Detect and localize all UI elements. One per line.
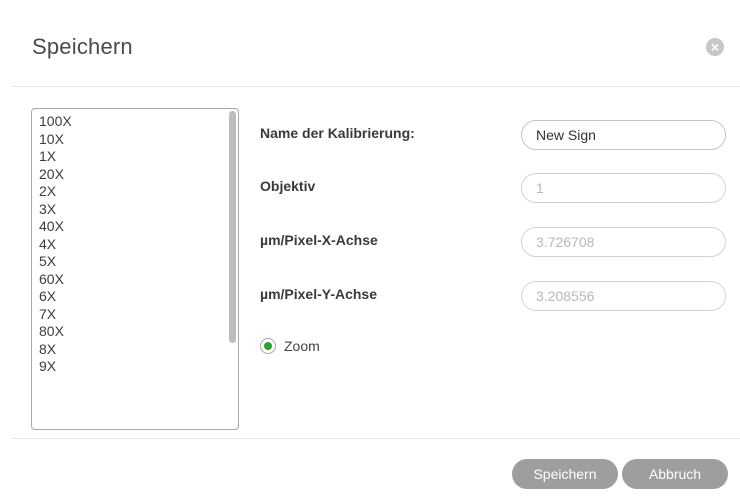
list-item[interactable]: 40X — [39, 218, 238, 236]
list-item[interactable]: 2X — [39, 183, 238, 201]
footer-divider — [12, 438, 740, 439]
list-item[interactable]: 5X — [39, 253, 238, 271]
list-item[interactable]: 60X — [39, 271, 238, 289]
list-item[interactable]: 100X — [39, 113, 238, 131]
objective-label: Objektiv — [260, 178, 316, 194]
um-per-pixel-x-label: µm/Pixel-X-Achse — [260, 232, 378, 248]
list-item[interactable]: 8X — [39, 341, 238, 359]
header-divider — [12, 86, 740, 87]
list-item[interactable]: 6X — [39, 288, 238, 306]
calibration-name-label: Name der Kalibrierung: — [260, 125, 415, 141]
radio-selected-dot — [264, 342, 272, 350]
objectives-list: 100X 10X 1X 20X 2X 3X 40X 4X 5X 60X 6X 7X 80X 8X 9X — [32, 109, 238, 376]
save-dialog: Speichern × 100X 10X 1X 20X 2X 3X 40X 4X 5X 60X 6X… — [0, 0, 740, 500]
cancel-button[interactable]: Abbruch — [622, 459, 728, 489]
list-item[interactable]: 10X — [39, 131, 238, 149]
um-per-pixel-x-input[interactable]: 3.726708 — [521, 227, 726, 257]
list-item[interactable]: 9X — [39, 358, 238, 376]
objective-input[interactable]: 1 — [521, 173, 726, 203]
um-per-pixel-y-label: µm/Pixel-Y-Achse — [260, 286, 378, 302]
list-item[interactable]: 1X — [39, 148, 238, 166]
list-item[interactable]: 3X — [39, 201, 238, 219]
listbox-scrollbar[interactable] — [229, 111, 236, 343]
list-item[interactable]: 4X — [39, 236, 238, 254]
zoom-label: Zoom — [284, 338, 320, 354]
list-item[interactable]: 7X — [39, 306, 238, 324]
objectives-listbox[interactable]: 100X 10X 1X 20X 2X 3X 40X 4X 5X 60X 6X 7X 80X 8X 9X — [31, 108, 239, 430]
list-item[interactable]: 20X — [39, 166, 238, 184]
zoom-radio[interactable] — [260, 338, 276, 354]
dialog-title: Speichern — [32, 34, 133, 59]
list-item[interactable]: 80X — [39, 323, 238, 341]
save-button[interactable]: Speichern — [512, 459, 618, 489]
um-per-pixel-y-input[interactable]: 3.208556 — [521, 281, 726, 311]
close-icon[interactable]: × — [706, 38, 724, 56]
calibration-name-input[interactable]: New Sign — [521, 120, 726, 150]
zoom-option[interactable]: Zoom — [260, 336, 320, 356]
